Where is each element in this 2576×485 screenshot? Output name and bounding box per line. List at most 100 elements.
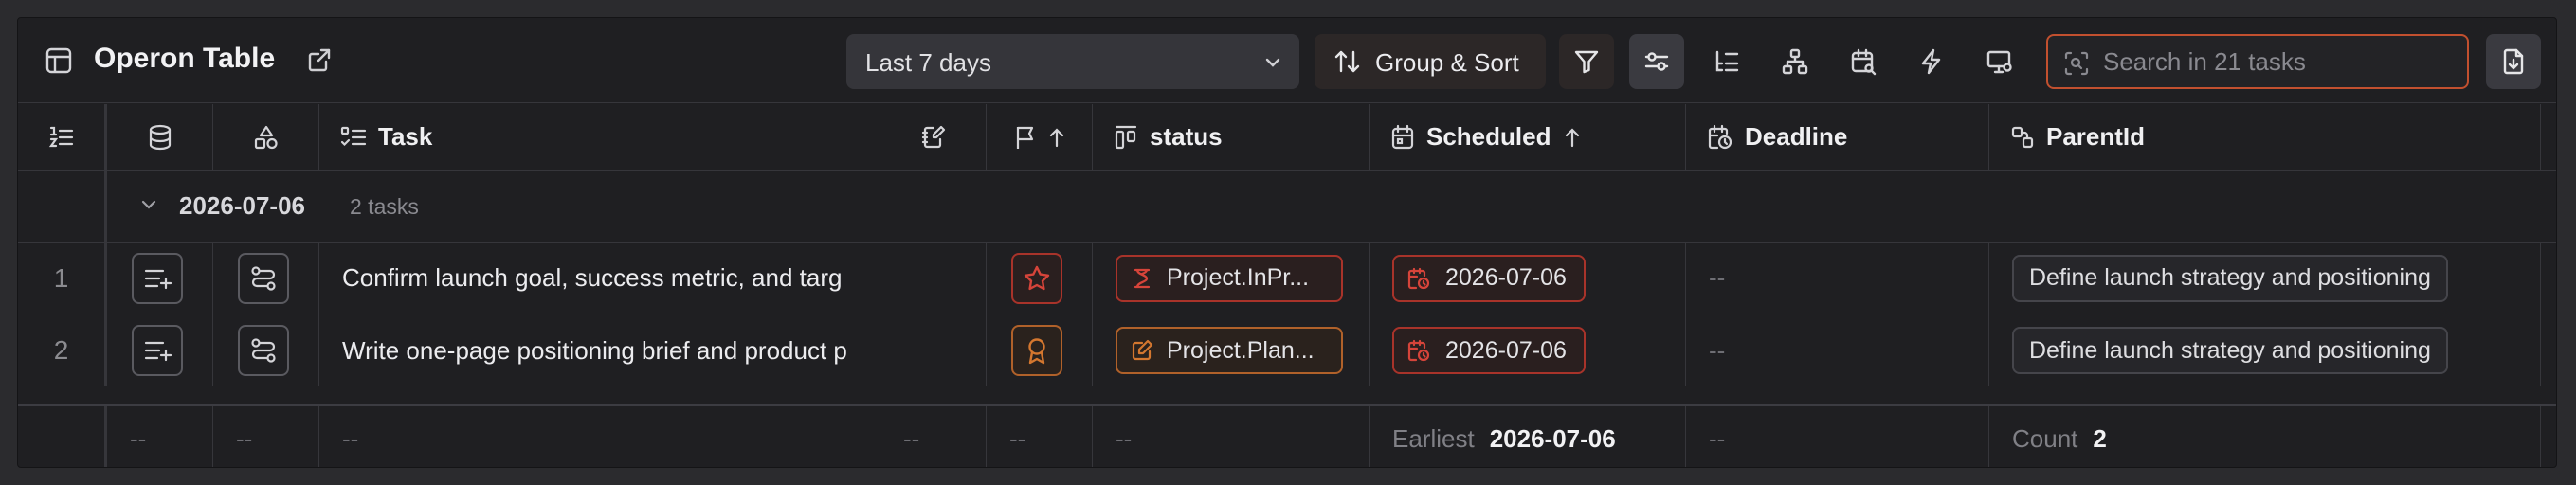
group-row[interactable]: 2026-07-06 2 tasks	[18, 171, 2556, 242]
parent-cell[interactable]: Define launch strategy and positioning	[1989, 314, 2541, 386]
group-count: 2 tasks	[350, 194, 419, 219]
summary-cell[interactable]: --	[213, 406, 319, 467]
chevron-down-icon[interactable]	[139, 195, 158, 214]
parent-summary[interactable]: Count 2	[1989, 406, 2541, 467]
automation-button[interactable]	[1904, 34, 1959, 89]
date-range-value: Last 7 days	[865, 48, 991, 77]
parent-cell[interactable]: Define launch strategy and positioning	[1989, 242, 2541, 314]
toolbar: Operon Table Last 7 days Group & Sort	[18, 18, 2556, 103]
group-label: 2026-07-06	[179, 191, 305, 220]
scheduled-column-header[interactable]: Scheduled	[1370, 104, 1686, 170]
open-external-icon[interactable]	[306, 46, 333, 73]
summary-cell[interactable]: --	[987, 406, 1093, 467]
search-input[interactable]	[2103, 46, 2454, 77]
checklist-icon	[340, 125, 367, 150]
database-column-header[interactable]	[107, 104, 213, 170]
status-cell[interactable]: Project.Plan...	[1093, 314, 1370, 386]
group-sort-button[interactable]: Group & Sort	[1315, 34, 1546, 89]
summary-cell[interactable]: --	[1686, 406, 1989, 467]
summary-label: Earliest	[1392, 423, 1475, 453]
summary-cell[interactable]: --	[319, 406, 880, 467]
summary-empty: --	[130, 423, 147, 453]
summary-cell[interactable]: --	[880, 406, 987, 467]
status-text: Project.Plan...	[1167, 336, 1315, 364]
task-header-label: Task	[378, 122, 433, 151]
summary-value: 2026-07-06	[1489, 423, 1616, 453]
deadline-empty: --	[1709, 263, 1726, 292]
deadline-column-header[interactable]: Deadline	[1686, 104, 1989, 170]
notes-cell[interactable]	[880, 242, 987, 314]
status-column-header[interactable]: status	[1093, 104, 1370, 170]
priority-column-header[interactable]	[987, 104, 1093, 170]
numbered-list-icon	[48, 126, 73, 147]
scheduled-cell[interactable]: 2026-07-06	[1370, 314, 1686, 386]
shapes-column-header[interactable]	[213, 104, 319, 170]
column-settings-button[interactable]	[1629, 34, 1684, 89]
calendar-search-icon	[1851, 48, 1877, 76]
hourglass-icon	[1131, 267, 1153, 290]
date-range-select[interactable]: Last 7 days	[846, 34, 1299, 89]
status-text: Project.InPr...	[1167, 264, 1310, 291]
add-to-list-icon[interactable]	[132, 252, 183, 304]
hierarchy-list-button[interactable]	[1699, 34, 1754, 89]
priority-cell[interactable]	[987, 314, 1093, 386]
database-cell	[107, 314, 213, 386]
summary-cell[interactable]: --	[107, 406, 213, 467]
summary-row: -- -- -- -- -- -- Earliest 2026-07-06 --…	[18, 404, 2556, 467]
priority-cell[interactable]	[987, 242, 1093, 314]
notebook-pen-icon	[921, 125, 945, 148]
network-icon	[1782, 48, 1808, 75]
search-icon	[2063, 50, 2090, 81]
route-icon[interactable]	[238, 325, 289, 376]
summary-cell[interactable]: --	[1093, 406, 1370, 467]
database-icon	[149, 124, 171, 150]
filter-icon	[1574, 50, 1599, 74]
org-tree-button[interactable]	[1768, 34, 1823, 89]
calendar-search-button[interactable]	[1836, 34, 1891, 89]
scheduled-date-badge[interactable]: 2026-07-06	[1392, 254, 1586, 302]
shapes-cell	[213, 314, 319, 386]
route-icon[interactable]	[238, 252, 289, 304]
parent-column-header[interactable]: ParentId	[1989, 104, 2541, 170]
shapes-icon	[254, 125, 278, 149]
notes-cell[interactable]	[880, 314, 987, 386]
chevron-down-icon	[1263, 53, 1282, 77]
award-icon[interactable]	[1011, 325, 1062, 376]
table-row[interactable]: 2 Write one-page positioning brief and p…	[18, 314, 2556, 404]
add-to-list-icon[interactable]	[132, 325, 183, 376]
filter-button[interactable]	[1559, 34, 1614, 89]
pencil-note-icon	[1131, 339, 1153, 362]
task-cell[interactable]: Write one-page positioning brief and pro…	[319, 314, 880, 386]
scheduled-header-label: Scheduled	[1426, 122, 1551, 151]
status-badge[interactable]: Project.Plan...	[1116, 327, 1343, 374]
parent-link[interactable]: Define launch strategy and positioning	[2012, 327, 2448, 374]
search-box[interactable]	[2046, 34, 2469, 89]
export-button[interactable]	[2486, 34, 2541, 89]
summary-label: Count	[2012, 423, 2078, 453]
scheduled-date-badge[interactable]: 2026-07-06	[1392, 327, 1586, 374]
calendar-clock-icon	[1407, 339, 1430, 362]
sliders-icon	[1644, 52, 1669, 71]
scheduled-summary[interactable]: Earliest 2026-07-06	[1370, 406, 1686, 467]
calendar-clock-icon	[1407, 267, 1430, 290]
summary-value: 2	[2093, 423, 2107, 453]
status-header-label: status	[1150, 122, 1223, 151]
group-gutter	[18, 171, 107, 242]
display-settings-button[interactable]	[1972, 34, 2027, 89]
operon-table-window: Operon Table Last 7 days Group & Sort Se…	[17, 17, 2557, 468]
notes-column-header[interactable]	[880, 104, 987, 170]
task-column-header[interactable]: Task	[319, 104, 880, 170]
star-icon[interactable]	[1011, 252, 1062, 304]
status-badge[interactable]: Project.InPr...	[1116, 254, 1343, 302]
status-cell[interactable]: Project.InPr...	[1093, 242, 1370, 314]
table-icon	[45, 46, 73, 75]
scheduled-cell[interactable]: 2026-07-06	[1370, 242, 1686, 314]
parent-link[interactable]: Define launch strategy and positioning	[2012, 254, 2448, 302]
table-row[interactable]: 1 Confirm launch goal, success metric, a…	[18, 242, 2556, 314]
calendar-clock-icon	[1707, 124, 1733, 151]
calendar-icon	[1390, 124, 1415, 151]
deadline-cell[interactable]: --	[1686, 242, 1989, 314]
task-cell[interactable]: Confirm launch goal, success metric, and…	[319, 242, 880, 314]
deadline-cell[interactable]: --	[1686, 314, 1989, 386]
row-number-header[interactable]	[18, 104, 107, 170]
